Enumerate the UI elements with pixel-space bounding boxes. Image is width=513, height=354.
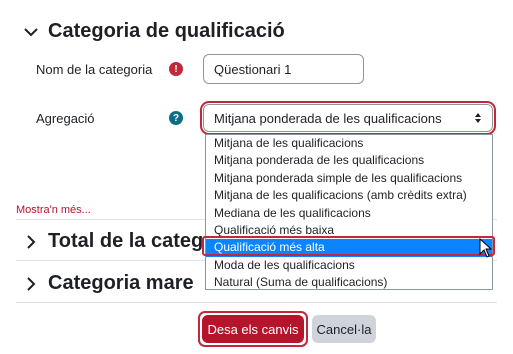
help-icon[interactable]: ? [169,111,183,125]
dropdown-option[interactable]: Mitjana de les qualificacions (amb crèdi… [206,187,492,204]
dropdown-option[interactable]: Natural (Suma de qualificacions) [206,274,492,291]
aggregation-selected-value: Mitjana ponderada de les qualificacions [214,110,442,126]
dropdown-option[interactable]: Mitjana ponderada de les qualificacions [206,152,492,169]
cancel-button[interactable]: Cancel·la [312,315,376,343]
chevron-right-icon[interactable] [22,275,40,293]
aggregation-dropdown-list[interactable]: Mitjana de les qualificacions Mitjana po… [205,134,493,290]
mouse-cursor-icon [479,238,493,258]
divider [16,302,497,303]
section-header-category[interactable]: Categoria de qualificació [22,20,285,43]
chevron-right-icon[interactable] [22,233,40,251]
section-title: Categoria de qualificació [48,20,285,42]
dropdown-option[interactable]: Mitjana de les qualificacions [206,135,492,152]
chevron-down-icon[interactable] [22,23,40,41]
section-title-parent: Categoria mare [48,272,194,294]
category-name-label: Nom de la categoria [36,62,153,77]
required-icon: ! [169,62,183,76]
save-button[interactable]: Desa els canvis [202,315,304,343]
section-title-total: Total de la categ [48,230,204,252]
category-name-input[interactable]: Qüestionari 1 [203,54,364,84]
section-header-parent[interactable]: Categoria mare [22,272,194,295]
dropdown-option[interactable]: Mitjana ponderada simple de les qualific… [206,170,492,187]
select-arrows-icon [475,113,481,123]
aggregation-select[interactable]: Mitjana ponderada de les qualificacions [200,101,496,135]
show-more-link[interactable]: Mostra'n més... [16,204,91,216]
highlight-outline [202,236,495,256]
aggregation-label: Agregació [36,111,95,126]
section-header-total[interactable]: Total de la categ [22,230,203,253]
dropdown-option[interactable]: Moda de les qualificacions [206,257,492,274]
dropdown-option[interactable]: Mediana de les qualificacions [206,205,492,222]
